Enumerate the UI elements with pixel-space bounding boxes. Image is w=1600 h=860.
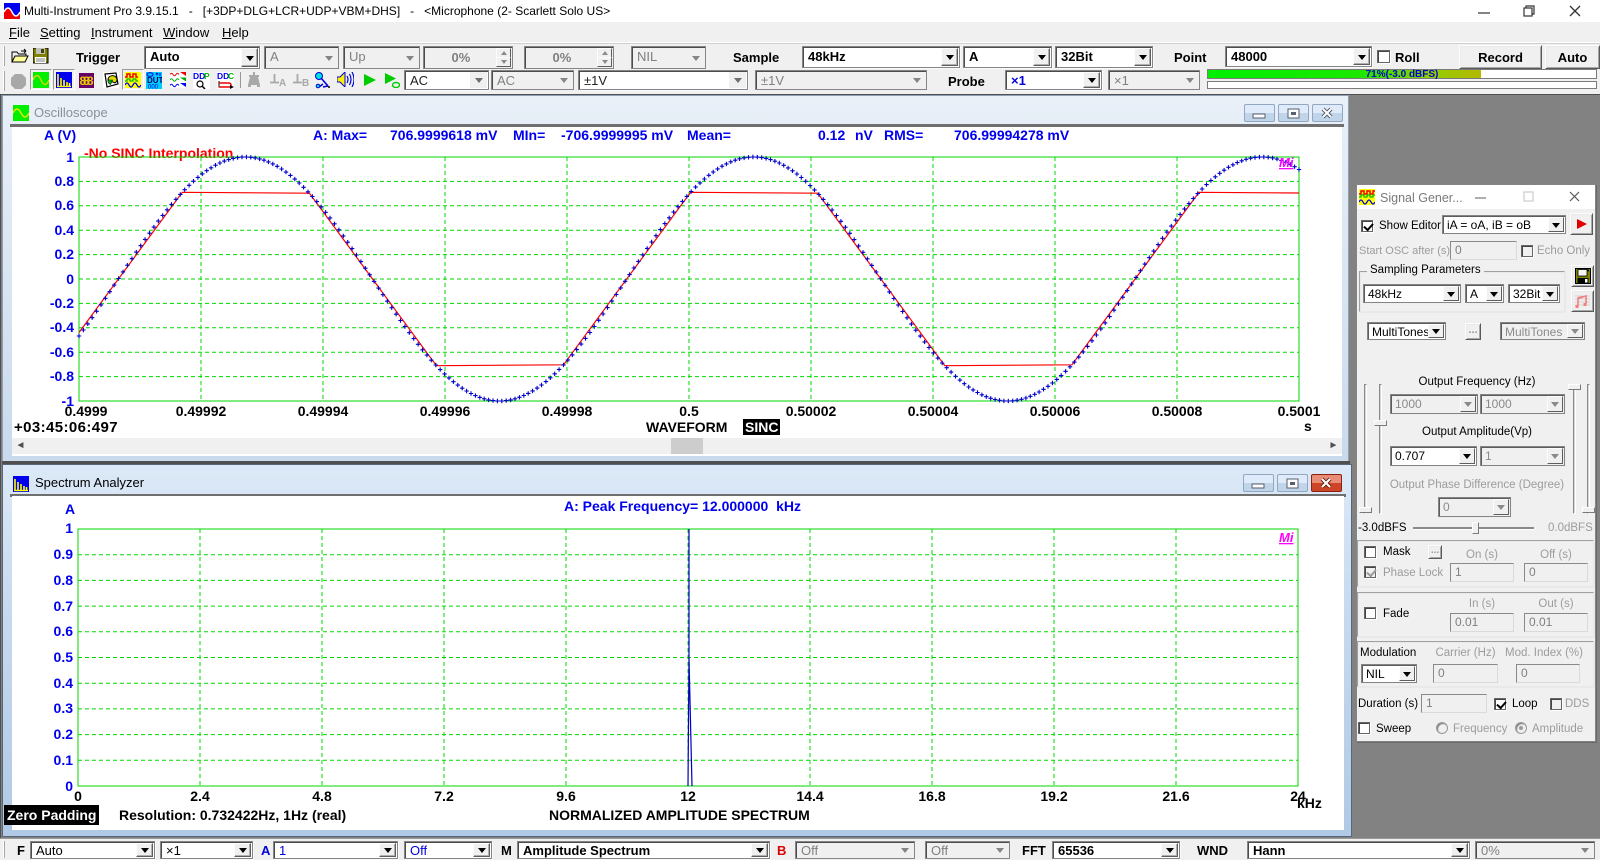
svg-text:C: C: [228, 72, 234, 81]
svg-text:P: P: [204, 72, 210, 81]
svg-text:000: 000: [148, 85, 159, 90]
svg-text:Mi: Mi: [1279, 530, 1294, 545]
svg-text:A: A: [279, 78, 286, 87]
svg-text:B: B: [302, 78, 309, 87]
svg-text:888: 888: [80, 74, 94, 88]
svg-text:Mi: Mi: [1279, 155, 1294, 170]
